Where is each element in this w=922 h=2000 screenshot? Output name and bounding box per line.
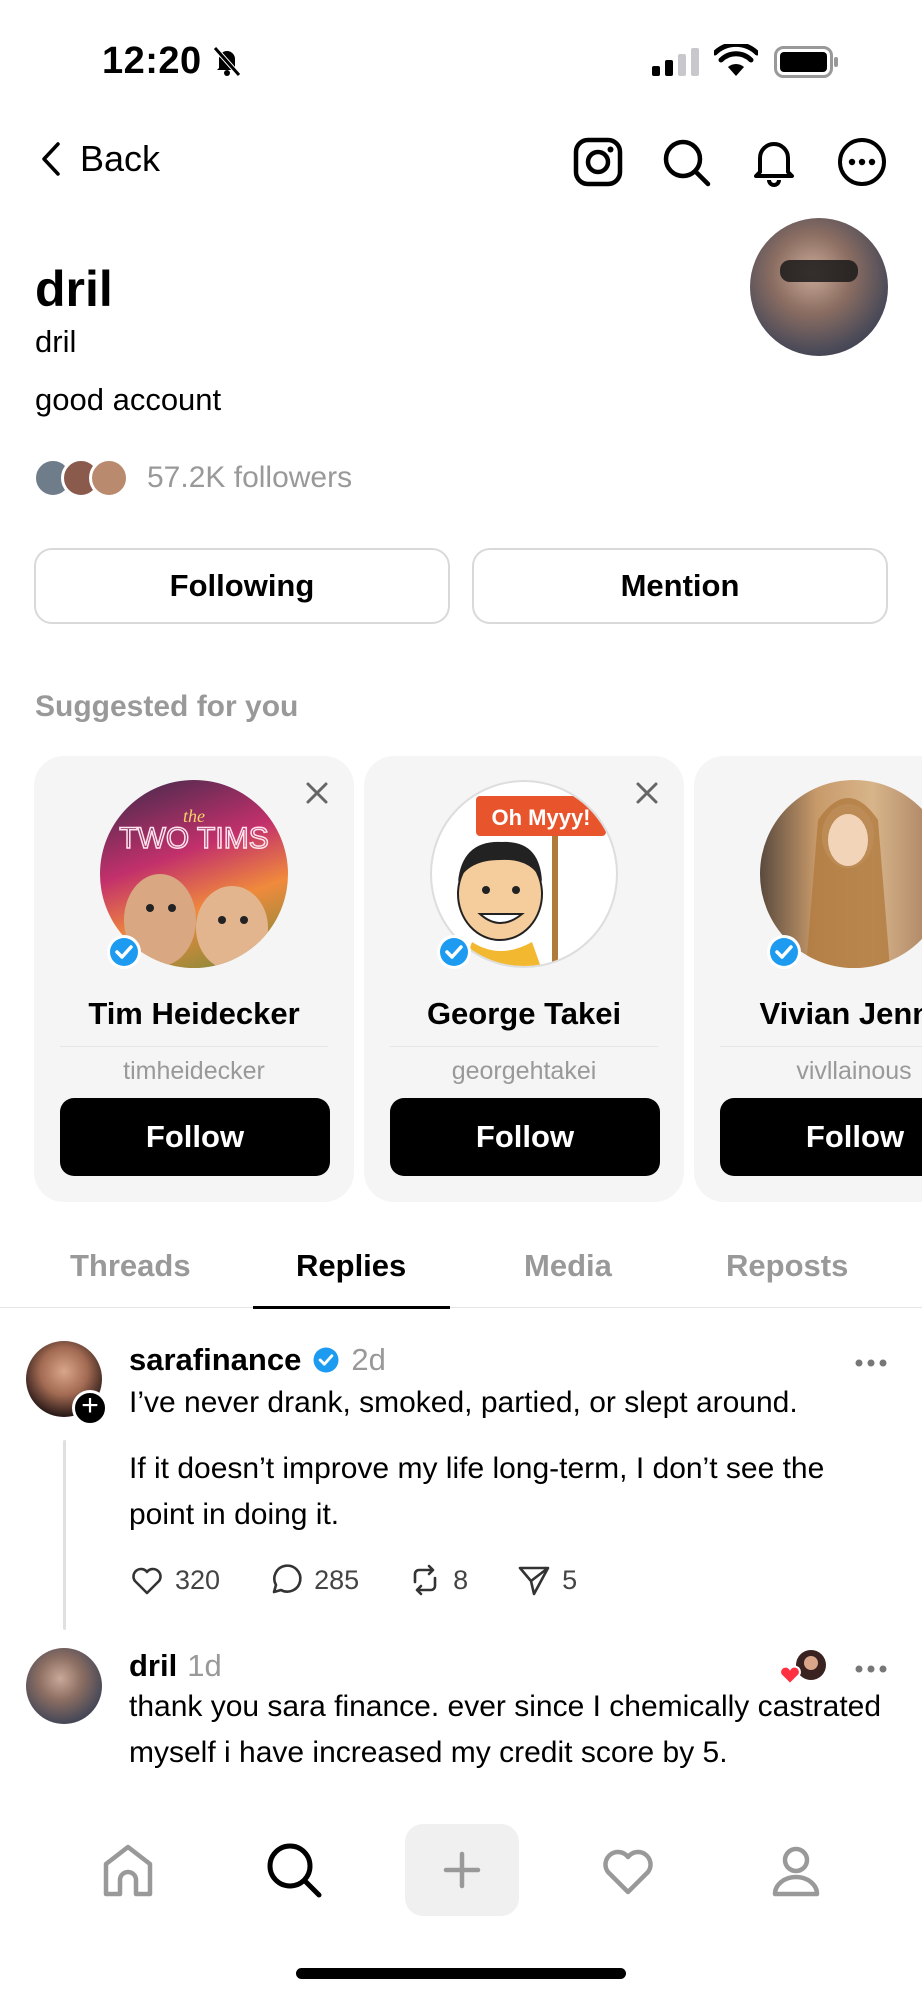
- wifi-icon: [714, 44, 758, 76]
- bell-slash-icon: [213, 46, 241, 77]
- suggested-name[interactable]: Tim Heidecker: [34, 996, 354, 1032]
- battery-icon: [774, 46, 838, 78]
- profile-tabs: Threads Replies Media Reposts: [0, 1240, 922, 1309]
- status-time: 12:20: [102, 40, 202, 82]
- post-username[interactable]: dril: [129, 1648, 177, 1684]
- search-icon[interactable]: [264, 1840, 324, 1900]
- svg-text:TWO TIMS: TWO TIMS: [119, 822, 268, 855]
- search-icon[interactable]: [660, 136, 712, 188]
- heart-icon: [132, 1567, 162, 1595]
- send-icon: [518, 1566, 550, 1596]
- back-label: Back: [80, 138, 161, 179]
- suggested-name[interactable]: George Takei: [364, 996, 684, 1032]
- liked-by-author: [779, 1650, 826, 1686]
- followers-row[interactable]: 57.2K followers: [33, 458, 352, 498]
- post-time: 1d: [187, 1648, 222, 1683]
- suggested-card: Oh Myyy! George Takei georgehtakei Follo…: [364, 756, 684, 1202]
- bottom-tab-bar: [0, 1824, 922, 1930]
- suggested-title: Suggested for you: [35, 690, 299, 723]
- more-options-icon[interactable]: [854, 1664, 888, 1674]
- post-text: I’ve never drank, smoked, partied, or sl…: [129, 1386, 798, 1419]
- profile-avatar[interactable]: [750, 218, 888, 356]
- repost-icon: [413, 1564, 437, 1596]
- profile-handle: dril: [35, 324, 77, 359]
- suggested-handle: georgehtakei: [390, 1046, 658, 1086]
- home-icon[interactable]: [98, 1840, 158, 1900]
- tab-threads[interactable]: Threads: [70, 1248, 191, 1284]
- post-time: 2d: [351, 1342, 386, 1377]
- mention-button[interactable]: Mention: [472, 548, 888, 624]
- heart-icon[interactable]: [598, 1840, 658, 1900]
- follow-button[interactable]: Follow: [720, 1098, 922, 1176]
- signal-icon: [652, 48, 699, 76]
- like-count: 320: [175, 1564, 221, 1595]
- status-bar: 12:20: [0, 0, 922, 110]
- follower-avatars: [33, 458, 129, 498]
- profile-bio: good account: [35, 382, 222, 417]
- back-button[interactable]: Back: [36, 138, 160, 180]
- suggested-handle: timheidecker: [60, 1046, 328, 1086]
- comment-button[interactable]: 285: [268, 1562, 359, 1598]
- more-options-icon[interactable]: [854, 1358, 888, 1368]
- close-icon[interactable]: [634, 780, 660, 806]
- verified-icon: [107, 935, 141, 969]
- instagram-icon[interactable]: [572, 136, 624, 188]
- follow-button[interactable]: Follow: [60, 1098, 330, 1176]
- post-text: thank you sara finance. ever since I che…: [129, 1690, 882, 1769]
- avatar: [89, 458, 129, 498]
- suggested-name[interactable]: Vivian Jenna: [694, 996, 922, 1032]
- post-username[interactable]: sarafinance: [129, 1342, 301, 1378]
- top-nav: Back: [0, 130, 922, 194]
- suggested-carousel[interactable]: the TWO TIMS Tim Heidecker timheidecker …: [34, 756, 922, 1202]
- comment-count: 285: [314, 1564, 360, 1595]
- following-button[interactable]: Following: [34, 548, 450, 624]
- suggested-card: the TWO TIMS Tim Heidecker timheidecker …: [34, 756, 354, 1202]
- followers-count: 57.2K followers: [147, 461, 353, 494]
- avatar[interactable]: [26, 1648, 102, 1724]
- profile-name: dril: [35, 261, 113, 317]
- close-icon[interactable]: [304, 780, 330, 806]
- follow-button[interactable]: Follow: [390, 1098, 660, 1176]
- suggested-card: Vivian Jenna vivllainous Follow: [694, 756, 922, 1202]
- plus-icon[interactable]: +: [72, 1390, 108, 1426]
- like-button[interactable]: 320: [129, 1562, 220, 1598]
- verified-icon: [313, 1347, 339, 1373]
- verified-icon: [437, 935, 471, 969]
- plus-icon: [443, 1851, 481, 1889]
- new-post-button[interactable]: [405, 1824, 519, 1916]
- share-button[interactable]: 5: [516, 1562, 577, 1598]
- tab-media[interactable]: Media: [524, 1248, 612, 1284]
- repost-count: 8: [453, 1564, 469, 1595]
- home-indicator: [296, 1968, 626, 1979]
- svg-text:Oh Myyy!: Oh Myyy!: [491, 805, 590, 830]
- tab-replies[interactable]: Replies: [296, 1248, 406, 1284]
- comment-icon: [272, 1564, 302, 1594]
- more-icon[interactable]: [836, 136, 888, 188]
- share-count: 5: [562, 1564, 578, 1595]
- thread-line: [63, 1440, 66, 1630]
- post-text: If it doesn’t improve my life long-term,…: [129, 1452, 825, 1531]
- bell-icon[interactable]: [748, 136, 800, 188]
- active-tab-indicator: [253, 1306, 450, 1309]
- suggested-handle: vivllainous: [720, 1046, 922, 1086]
- profile-icon[interactable]: [766, 1840, 826, 1900]
- repost-button[interactable]: 8: [407, 1562, 468, 1598]
- verified-icon: [767, 935, 801, 969]
- tab-reposts[interactable]: Reposts: [726, 1248, 848, 1284]
- chevron-left-icon: [42, 142, 60, 176]
